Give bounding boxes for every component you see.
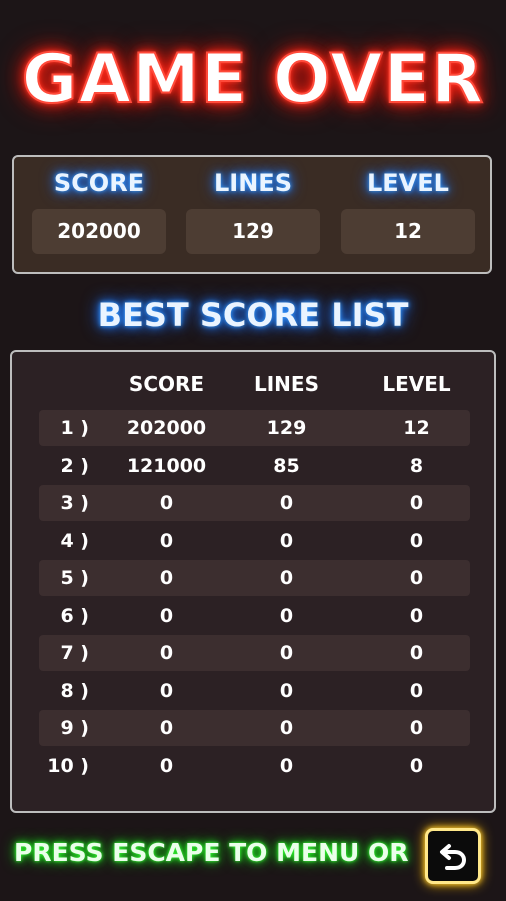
row-score: 0 <box>159 605 174 627</box>
final-level-label: LEVEL <box>367 169 449 197</box>
row-level: 0 <box>409 680 424 702</box>
final-lines-label: LINES <box>214 169 292 197</box>
row-score: 0 <box>159 642 174 664</box>
score-row: 1 ) 202000 129 12 <box>39 410 470 446</box>
row-score: 0 <box>159 717 174 739</box>
row-level: 0 <box>409 642 424 664</box>
final-level-value: 12 <box>341 209 475 254</box>
final-score-value: 202000 <box>32 209 166 254</box>
row-level: 0 <box>409 492 424 514</box>
row-lines: 0 <box>279 492 294 514</box>
row-rank: 7 ) <box>60 642 89 664</box>
row-level: 12 <box>403 417 430 439</box>
row-rank: 2 ) <box>60 455 89 477</box>
row-lines: 0 <box>279 605 294 627</box>
score-row: 7 ) 0 0 0 <box>39 635 470 671</box>
escape-to-menu-prompt: PRESS ESCAPE TO MENU OR <box>14 838 409 867</box>
row-score: 121000 <box>126 455 207 477</box>
row-rank: 1 ) <box>60 417 89 439</box>
row-lines: 0 <box>279 680 294 702</box>
row-score: 202000 <box>126 417 207 439</box>
row-lines: 0 <box>279 717 294 739</box>
row-score: 0 <box>159 755 174 777</box>
row-rank: 6 ) <box>60 605 89 627</box>
row-lines: 0 <box>279 530 294 552</box>
row-level: 0 <box>409 567 424 589</box>
row-lines: 0 <box>279 567 294 589</box>
score-row: 2 ) 121000 85 8 <box>39 448 470 484</box>
row-level: 0 <box>409 755 424 777</box>
row-rank: 3 ) <box>60 492 89 514</box>
score-row: 10 ) 0 0 0 <box>39 748 470 784</box>
final-score-label: SCORE <box>53 169 145 197</box>
row-score: 0 <box>159 567 174 589</box>
row-rank: 4 ) <box>60 530 89 552</box>
column-header-score: SCORE <box>128 372 205 396</box>
row-rank: 10 ) <box>47 755 89 777</box>
best-score-table: SCORE LINES LEVEL 1 ) 202000 129 12 2 ) … <box>10 350 496 813</box>
row-lines: 0 <box>279 755 294 777</box>
game-over-title: GAME OVER <box>21 39 485 120</box>
row-level: 0 <box>409 605 424 627</box>
column-header-lines: LINES <box>254 372 319 396</box>
row-rank: 8 ) <box>60 680 89 702</box>
row-score: 0 <box>159 530 174 552</box>
score-row: 6 ) 0 0 0 <box>39 598 470 634</box>
score-row: 3 ) 0 0 0 <box>39 485 470 521</box>
row-rank: 5 ) <box>60 567 89 589</box>
row-level: 0 <box>409 717 424 739</box>
column-header-level: LEVEL <box>382 372 451 396</box>
score-row: 9 ) 0 0 0 <box>39 710 470 746</box>
row-lines: 0 <box>279 642 294 664</box>
restart-button[interactable] <box>425 828 481 884</box>
row-score: 0 <box>159 492 174 514</box>
row-lines: 129 <box>266 417 307 439</box>
score-row: 5 ) 0 0 0 <box>39 560 470 596</box>
row-lines: 85 <box>273 455 300 477</box>
best-score-list-title: BEST SCORE LIST <box>97 296 409 334</box>
row-rank: 9 ) <box>60 717 89 739</box>
final-lines-value: 129 <box>186 209 320 254</box>
score-row: 4 ) 0 0 0 <box>39 523 470 559</box>
final-stats-panel: SCORE 202000 LINES 129 LEVEL 12 <box>12 155 492 274</box>
row-score: 0 <box>159 680 174 702</box>
undo-arrow-icon <box>440 844 466 870</box>
row-level: 0 <box>409 530 424 552</box>
row-level: 8 <box>409 455 424 477</box>
score-row: 8 ) 0 0 0 <box>39 673 470 709</box>
